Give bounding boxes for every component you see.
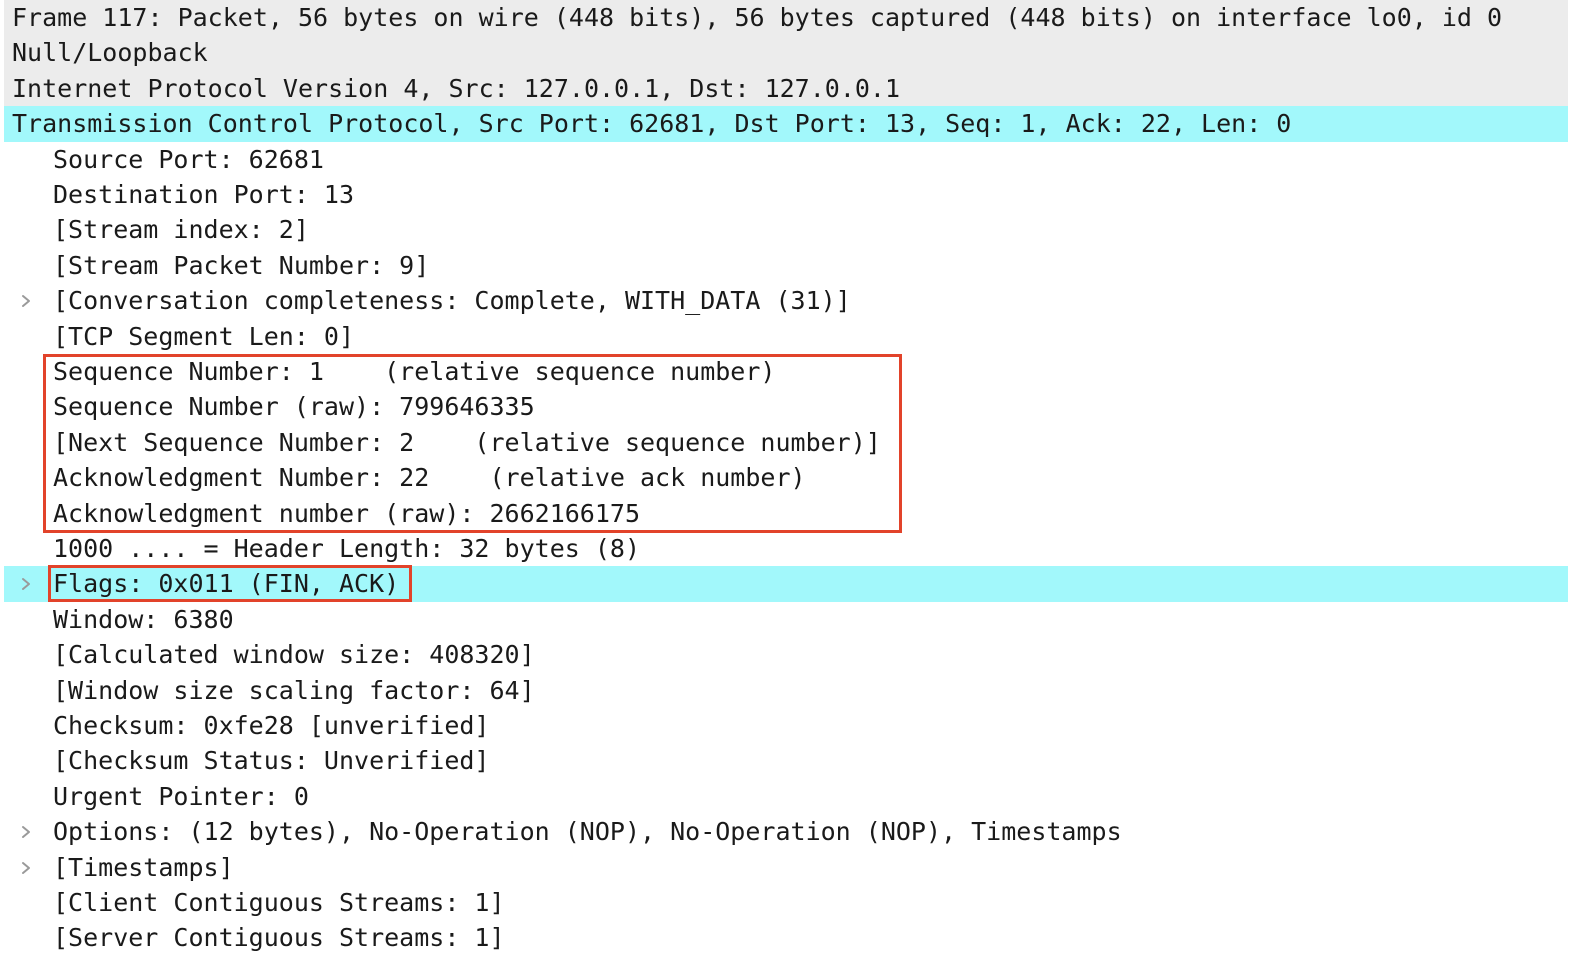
tree-row[interactable]: Options: (12 bytes), No-Operation (NOP),… — [4, 814, 1568, 849]
tree-row-label: Window: 6380 — [53, 604, 234, 634]
tree-row-label: [Stream index: 2] — [53, 215, 309, 245]
tree-row[interactable]: Internet Protocol Version 4, Src: 127.0.… — [4, 70, 1568, 107]
tree-row-label: [Conversation completeness: Complete, WI… — [53, 286, 851, 316]
tree-row[interactable]: 1000 .... = Header Length: 32 bytes (8) — [4, 531, 1568, 566]
tree-row[interactable]: Sequence Number: 1 (relative sequence nu… — [4, 354, 1568, 389]
tree-row-label: Transmission Control Protocol, Src Port:… — [12, 109, 1292, 139]
tree-row-label: Urgent Pointer: 0 — [53, 781, 309, 811]
tree-row-label: Source Port: 62681 — [53, 144, 324, 174]
tree-row-label: [Client Contiguous Streams: 1] — [53, 888, 505, 917]
tree-row-label: Checksum: 0xfe28 [unverified] — [53, 711, 490, 740]
tree-row[interactable]: [Client Contiguous Streams: 1] — [4, 885, 1568, 920]
tree-row-label: Options: (12 bytes), No-Operation (NOP),… — [53, 817, 1122, 847]
chevron-right-icon[interactable] — [18, 566, 36, 601]
tree-row-label: [Next Sequence Number: 2 (relative seque… — [53, 427, 881, 457]
tree-row[interactable]: Source Port: 62681 — [4, 142, 1568, 177]
tree-row[interactable]: [Stream index: 2] — [4, 212, 1568, 247]
tree-row[interactable]: Destination Port: 13 — [4, 177, 1568, 212]
tree-row-selected[interactable]: Transmission Control Protocol, Src Port:… — [4, 106, 1568, 142]
tree-row-label: [TCP Segment Len: 0] — [53, 321, 355, 351]
tree-row[interactable]: Acknowledgment Number: 22 (relative ack … — [4, 460, 1568, 495]
tree-row[interactable]: Acknowledgment number (raw): 2662166175 — [4, 496, 1568, 531]
chevron-right-icon[interactable] — [18, 814, 36, 849]
tree-row[interactable]: Checksum: 0xfe28 [unverified] — [4, 708, 1568, 743]
tree-row-label: 1000 .... = Header Length: 32 bytes (8) — [53, 534, 640, 563]
tree-row-label: [Calculated window size: 408320] — [53, 640, 535, 670]
tree-row[interactable]: [Window size scaling factor: 64] — [4, 673, 1568, 708]
tree-row-label: Acknowledgment number (raw): 2662166175 — [53, 498, 640, 528]
tree-row-label: Sequence Number: 1 (relative sequence nu… — [53, 357, 776, 386]
tree-row-label: Destination Port: 13 — [53, 180, 355, 209]
tree-row-label: [Timestamps] — [53, 852, 234, 882]
tree-row-label: Internet Protocol Version 4, Src: 127.0.… — [12, 73, 901, 103]
tree-row-label: [Stream Packet Number: 9] — [53, 250, 430, 280]
tree-row[interactable]: Sequence Number (raw): 799646335 — [4, 389, 1568, 424]
tree-row[interactable]: Urgent Pointer: 0 — [4, 779, 1568, 814]
tree-row[interactable]: Window: 6380 — [4, 602, 1568, 637]
tree-row[interactable]: [Server Contiguous Streams: 1] — [4, 920, 1568, 955]
tree-row-selected[interactable]: Flags: 0x011 (FIN, ACK) — [4, 566, 1568, 602]
tree-row-label: Null/Loopback — [12, 38, 208, 68]
tree-row[interactable]: [TCP Segment Len: 0] — [4, 319, 1568, 354]
tree-row[interactable]: [Timestamps] — [4, 850, 1568, 885]
tree-row[interactable]: [Calculated window size: 408320] — [4, 637, 1568, 672]
tree-row-label: [Window size scaling factor: 64] — [53, 675, 535, 705]
tree-row-label: Flags: 0x011 (FIN, ACK) — [53, 569, 400, 599]
tree-row-label: Acknowledgment Number: 22 (relative ack … — [53, 463, 806, 493]
chevron-right-icon[interactable] — [18, 850, 36, 885]
tree-row-label: Sequence Number (raw): 799646335 — [53, 392, 535, 422]
tree-row[interactable]: [Conversation completeness: Complete, WI… — [4, 283, 1568, 318]
tree-row-label: [Server Contiguous Streams: 1] — [53, 923, 505, 953]
tree-row-label: [Checksum Status: Unverified] — [53, 746, 490, 776]
tree-row-label: Frame 117: Packet, 56 bytes on wire (448… — [12, 3, 1503, 32]
tree-row[interactable]: [Next Sequence Number: 2 (relative seque… — [4, 425, 1568, 460]
tree-row[interactable]: [Checksum Status: Unverified] — [4, 743, 1568, 778]
chevron-right-icon[interactable] — [18, 283, 36, 318]
tree-row[interactable]: Frame 117: Packet, 56 bytes on wire (448… — [4, 0, 1568, 36]
tree-row[interactable]: [Stream Packet Number: 9] — [4, 248, 1568, 283]
tree-row[interactable]: Null/Loopback — [4, 35, 1568, 71]
